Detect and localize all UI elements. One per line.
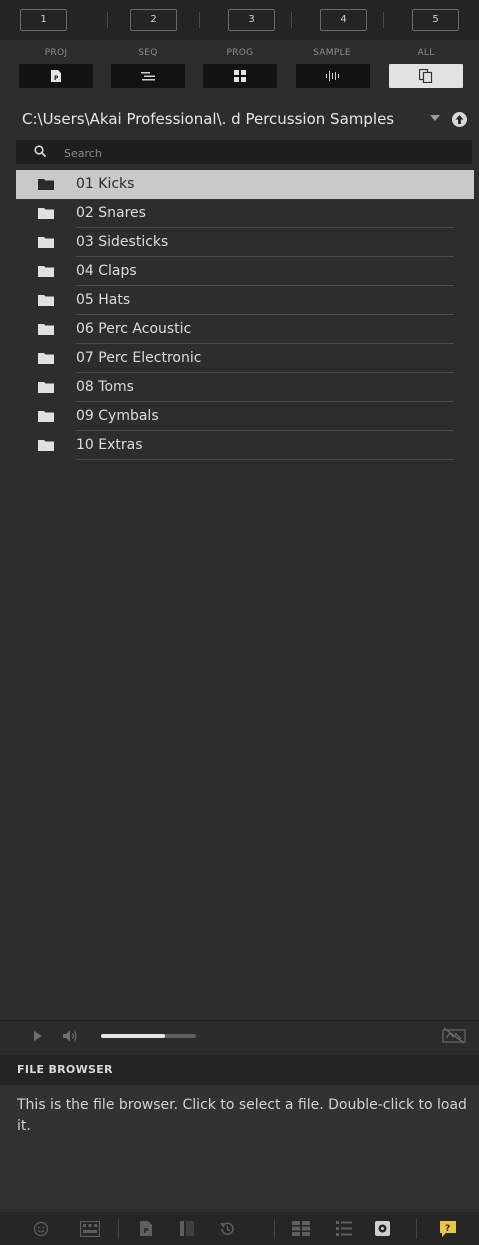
info-text: This is the file browser. Click to selec… xyxy=(17,1097,467,1134)
search-box xyxy=(16,140,472,164)
path-dropdown-icon[interactable] xyxy=(430,115,440,121)
list-item[interactable]: 07 Perc Electronic xyxy=(16,344,474,373)
search-icon xyxy=(34,145,47,158)
svg-text:P: P xyxy=(54,75,59,82)
preview-bar xyxy=(0,1020,479,1051)
mode-button-seq[interactable] xyxy=(111,64,185,88)
folder-icon xyxy=(38,237,54,248)
list-item[interactable]: 09 Cymbals xyxy=(16,402,474,431)
mode-label-prog: PROG xyxy=(226,48,254,58)
program-icon xyxy=(234,70,246,82)
project-file-icon[interactable]: P xyxy=(140,1221,152,1236)
toolbar-divider xyxy=(118,1219,119,1239)
list-item[interactable]: 01 Kicks xyxy=(16,170,474,199)
file-name: 10 Extras xyxy=(76,437,143,453)
search-input[interactable] xyxy=(62,142,466,164)
info-body: This is the file browser. Click to selec… xyxy=(0,1086,479,1209)
tab-5[interactable]: 5 xyxy=(412,9,459,31)
track-tabs: 1 2 3 4 5 xyxy=(0,0,479,40)
folder-icon xyxy=(38,353,54,364)
row-divider xyxy=(76,459,454,460)
folder-icon xyxy=(38,208,54,219)
tab-2[interactable]: 2 xyxy=(130,9,177,31)
file-name: 04 Claps xyxy=(76,263,137,279)
all-icon xyxy=(419,69,433,83)
auto-preview-off-icon[interactable] xyxy=(442,1027,466,1044)
list-item[interactable]: 02 Snares xyxy=(16,199,474,228)
file-name: 05 Hats xyxy=(76,292,131,308)
list-item[interactable]: 04 Claps xyxy=(16,257,474,286)
tab-divider xyxy=(107,12,108,28)
folder-up-icon[interactable] xyxy=(452,112,467,127)
grid-view-icon[interactable] xyxy=(292,1221,310,1236)
sample-icon xyxy=(326,71,339,81)
list-item[interactable]: 06 Perc Acoustic xyxy=(16,315,474,344)
folder-icon xyxy=(38,179,54,190)
list-item[interactable]: 05 Hats xyxy=(16,286,474,315)
list-panel-icon[interactable] xyxy=(180,1221,194,1236)
mode-label-proj: PROJ xyxy=(44,48,68,58)
list-item[interactable]: 08 Toms xyxy=(16,373,474,402)
file-name: 06 Perc Acoustic xyxy=(76,321,192,337)
tab-divider xyxy=(199,12,200,28)
toolbar-divider xyxy=(274,1219,275,1239)
mode-label-sample: SAMPLE xyxy=(313,48,351,58)
toolbar-divider xyxy=(416,1219,417,1239)
mode-button-proj[interactable]: P xyxy=(19,64,93,88)
tab-4[interactable]: 4 xyxy=(320,9,367,31)
file-name: 07 Perc Electronic xyxy=(76,350,202,366)
file-list[interactable]: 01 Kicks 02 Snares 03 Sidesticks 04 Claps 05… xyxy=(16,170,474,1018)
file-name: 03 Sidesticks xyxy=(76,234,169,250)
file-name: 08 Toms xyxy=(76,379,134,395)
info-title: FILE BROWSER xyxy=(17,1063,113,1076)
undo-history-icon[interactable] xyxy=(219,1221,236,1237)
mode-button-all[interactable] xyxy=(389,64,463,88)
folder-icon xyxy=(38,324,54,335)
folder-icon xyxy=(38,295,54,306)
current-path: C:\Users\Akai Professional\. d Percussio… xyxy=(22,110,395,128)
mode-labels: PROJ SEQ PROG SAMPLE ALL xyxy=(0,48,479,62)
tab-1[interactable]: 1 xyxy=(20,9,67,31)
tab-divider xyxy=(383,12,384,28)
folder-icon xyxy=(38,440,54,451)
bottom-toolbar: P ? xyxy=(0,1212,479,1245)
mode-label-seq: SEQ xyxy=(138,48,158,58)
mode-label-all: ALL xyxy=(417,48,435,58)
project-icon: P xyxy=(51,70,61,82)
svg-text:P: P xyxy=(144,1227,149,1235)
folder-icon xyxy=(38,382,54,393)
list-item[interactable]: 10 Extras xyxy=(16,431,474,460)
mode-button-prog[interactable] xyxy=(203,64,277,88)
speaker-icon[interactable] xyxy=(62,1029,78,1043)
file-name: 01 Kicks xyxy=(76,176,135,192)
smiley-icon[interactable] xyxy=(33,1221,49,1237)
folder-icon xyxy=(38,411,54,422)
path-bar[interactable]: C:\Users\Akai Professional\. d Percussio… xyxy=(0,106,479,132)
file-name: 09 Cymbals xyxy=(76,408,159,424)
info-header: FILE BROWSER xyxy=(0,1055,479,1085)
file-name: 02 Snares xyxy=(76,205,146,221)
volume-fill xyxy=(101,1034,165,1038)
tab-3[interactable]: 3 xyxy=(228,9,275,31)
play-icon[interactable] xyxy=(34,1031,42,1041)
sequence-icon xyxy=(141,72,155,81)
folder-icon xyxy=(38,266,54,277)
keyboard-icon[interactable] xyxy=(80,1221,100,1237)
browser-icon[interactable] xyxy=(375,1221,390,1236)
svg-text:?: ? xyxy=(445,1224,450,1234)
tab-divider xyxy=(291,12,292,28)
list-item[interactable]: 03 Sidesticks xyxy=(16,228,474,257)
volume-slider[interactable] xyxy=(101,1034,196,1038)
help-icon[interactable]: ? xyxy=(440,1221,456,1237)
mode-button-sample[interactable] xyxy=(296,64,370,88)
list-view-icon[interactable] xyxy=(336,1221,352,1236)
